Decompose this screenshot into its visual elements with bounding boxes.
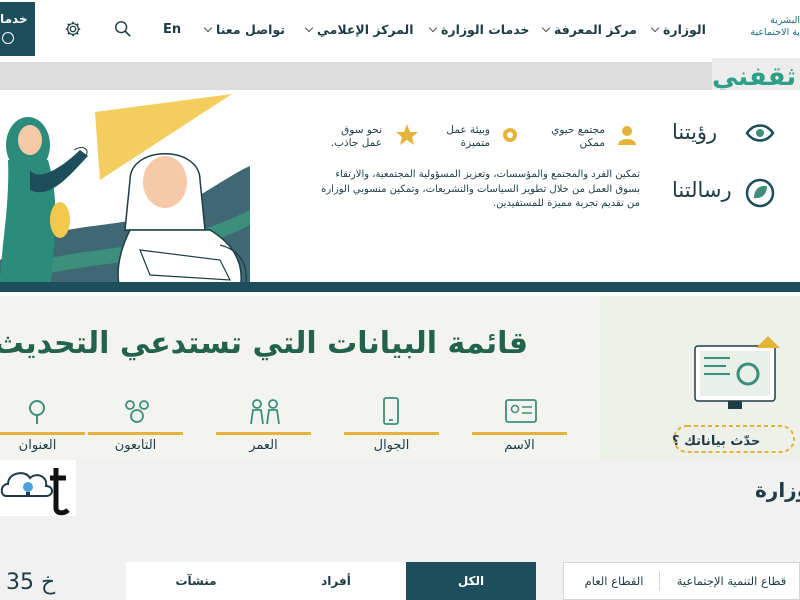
field-label: التابعون bbox=[114, 438, 157, 453]
update-data-section: قائمة البيانات التي تستدعي التحديث العنو… bbox=[0, 296, 800, 460]
feature-item: وبيئة عمل متميزة bbox=[430, 124, 490, 150]
eye-icon bbox=[745, 124, 775, 142]
sector-social-development[interactable]: قطاع التنمية الإجتماعية bbox=[664, 563, 799, 599]
search-icon[interactable] bbox=[114, 20, 132, 38]
gear-icon bbox=[503, 128, 517, 142]
ministry-logo[interactable]: البشرية ية الاجتماعية bbox=[740, 15, 800, 39]
field-label: العمر bbox=[249, 438, 278, 453]
update-question[interactable]: حدّث بياناتك ؟ bbox=[672, 434, 760, 449]
field-label: الاسم bbox=[504, 438, 535, 453]
separator-strip bbox=[0, 62, 800, 90]
field-underline bbox=[472, 432, 567, 435]
nav-ministry[interactable]: الوزارة bbox=[650, 22, 706, 37]
person-icon bbox=[618, 126, 636, 145]
field-underline bbox=[216, 432, 311, 435]
site-logo bbox=[0, 460, 76, 516]
nav-ministry-services[interactable]: خدمات الوزارة bbox=[428, 22, 530, 37]
mission-text: تمكين الفرد والمجتمع والمؤسسات، وتعزيز ا… bbox=[321, 169, 640, 209]
lightbulb-cloud-icon bbox=[0, 468, 70, 516]
feature-item: مجتمع حيوي ممكن bbox=[545, 124, 605, 150]
family-icon bbox=[250, 399, 280, 425]
sector-filter: القطاع العام قطاع التنمية الإجتماعية bbox=[563, 562, 800, 600]
chevron-down-icon bbox=[428, 23, 438, 33]
logo-line: البشرية bbox=[770, 15, 800, 26]
nav-media-center-label: المركز الإعلامي bbox=[317, 22, 414, 37]
services-count: 35 خ bbox=[6, 570, 56, 595]
chevron-down-icon bbox=[304, 23, 314, 33]
feature-text: مجتمع حيوي ممكن bbox=[551, 124, 605, 149]
feature-text: وبيئة عمل متميزة bbox=[446, 124, 490, 149]
update-section-title: قائمة البيانات التي تستدعي التحديث bbox=[0, 326, 528, 361]
tab-all[interactable]: الكل bbox=[406, 562, 536, 600]
vision-title: رؤيتنا bbox=[672, 120, 718, 144]
mobile-icon bbox=[383, 397, 399, 425]
nav-media-center[interactable]: المركز الإعلامي bbox=[304, 22, 414, 37]
banner-bottom-bar bbox=[0, 282, 800, 292]
star-icon bbox=[396, 124, 418, 145]
language-switch[interactable]: En bbox=[163, 22, 181, 37]
feature-text: نحو سوق عمل جاذب. bbox=[330, 124, 382, 149]
nav-contact-label: تواصل معنا bbox=[216, 22, 285, 37]
gear-icon[interactable] bbox=[64, 20, 82, 38]
nav-knowledge-center-label: مركز المعرفة bbox=[554, 22, 637, 37]
field-underline bbox=[0, 432, 85, 435]
field-underline bbox=[88, 432, 183, 435]
tab-individuals[interactable]: أفراد bbox=[266, 562, 406, 600]
field-label: العنوان bbox=[18, 438, 57, 453]
nav-ministry-services-label: خدمات الوزارة bbox=[441, 22, 530, 37]
id-card-icon bbox=[505, 399, 537, 423]
vision-mission-banner: رؤيتنا مجتمع حيوي ممكن وبيئة عمل متميزة … bbox=[0, 90, 800, 292]
monitor-illustration bbox=[694, 336, 780, 409]
site-header: خدمات En تواصل معنا المركز الإعلامي خدما… bbox=[0, 0, 800, 62]
sector-divider bbox=[659, 571, 660, 591]
chevron-down-icon bbox=[650, 23, 660, 33]
location-icon bbox=[29, 400, 45, 424]
chevron-down-icon bbox=[541, 23, 551, 33]
section-title: وزارة bbox=[755, 478, 800, 502]
sector-public[interactable]: القطاع العام bbox=[570, 563, 658, 599]
man-illustration bbox=[117, 153, 247, 290]
services-button[interactable]: خدمات bbox=[0, 2, 35, 56]
field-label: الجوال bbox=[373, 438, 410, 453]
leaf-icon bbox=[745, 178, 775, 208]
logo-line: ية الاجتماعية bbox=[750, 27, 800, 38]
nav-knowledge-center[interactable]: مركز المعرفة bbox=[541, 22, 637, 37]
dependents-icon bbox=[125, 400, 149, 423]
field-underline bbox=[344, 432, 439, 435]
mission-title: رسالتنا bbox=[672, 178, 732, 202]
nav-ministry-label: الوزارة bbox=[663, 22, 706, 37]
nav-contact[interactable]: تواصل معنا bbox=[203, 22, 285, 37]
phone-icon bbox=[2, 32, 14, 44]
services-button-label: خدمات bbox=[0, 12, 28, 26]
feature-item: نحو سوق عمل جاذب. bbox=[322, 124, 382, 150]
tab-establishments[interactable]: منشآت bbox=[126, 562, 266, 600]
chevron-down-icon bbox=[203, 23, 213, 33]
